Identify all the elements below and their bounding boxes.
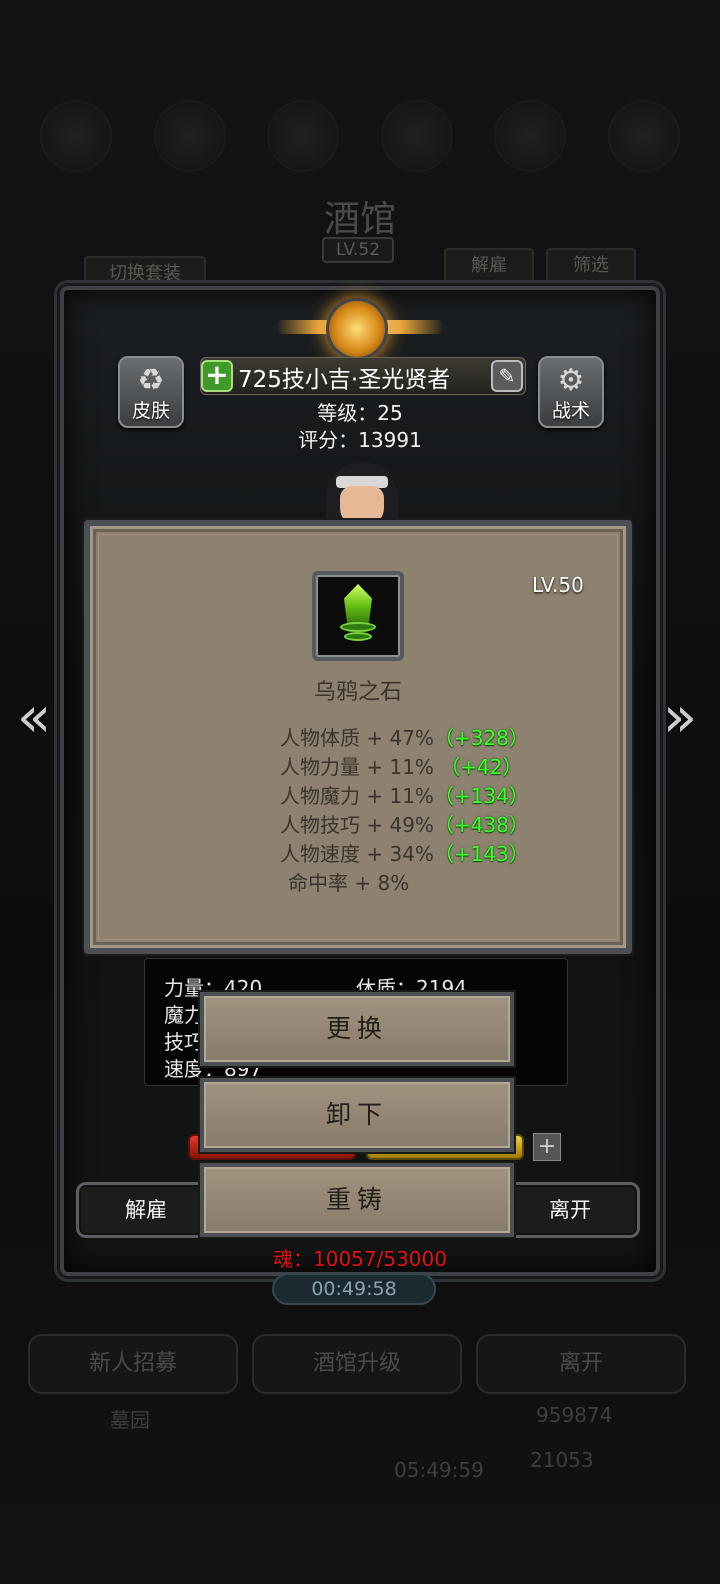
reforge-button[interactable]: 重铸 bbox=[200, 1163, 514, 1237]
gem-count: 21053 bbox=[530, 1448, 594, 1472]
nav-icon bbox=[607, 100, 680, 172]
leave-button[interactable]: 离开 bbox=[500, 1182, 640, 1238]
hero-name: 725技小吉·圣光贤者 bbox=[238, 367, 451, 393]
gear-icon: ⚙ bbox=[557, 363, 585, 398]
bottom-timer: 05:49:59 bbox=[394, 1458, 484, 1482]
shirt-icon: ♻ bbox=[137, 363, 165, 398]
stat-skill: 技巧 bbox=[164, 1030, 204, 1054]
bg-filter-button: 筛选 bbox=[546, 248, 636, 284]
recruit-button: 新人招募 bbox=[28, 1334, 238, 1394]
stat-magic: 魔力 bbox=[164, 1003, 204, 1027]
gold-count: 959874 bbox=[536, 1403, 613, 1427]
nav-icon bbox=[153, 100, 226, 172]
prev-arrow-icon[interactable]: « bbox=[10, 688, 58, 748]
tavern-level: LV.52 bbox=[322, 237, 394, 263]
hero-portrait bbox=[322, 456, 402, 532]
soul-counter: 魂：10057/53000 bbox=[273, 1247, 447, 1271]
hero-score: 评分：13991 bbox=[298, 428, 422, 452]
item-attribute: 人物体质 + 47%（+328） bbox=[280, 726, 529, 750]
item-attribute: 人物魔力 + 11%（+134） bbox=[280, 784, 529, 808]
item-attribute: 人物力量 + 11% （+42） bbox=[280, 755, 523, 779]
item-name: 乌鸦之石 bbox=[313, 680, 402, 705]
unequip-button[interactable]: 卸下 bbox=[200, 1078, 514, 1152]
nav-icon bbox=[494, 100, 567, 172]
next-arrow-icon[interactable]: » bbox=[656, 688, 704, 748]
item-attribute: 命中率 + 8% bbox=[288, 871, 410, 895]
upgrade-tavern-button: 酒馆升级 bbox=[252, 1334, 462, 1394]
nav-icon bbox=[40, 100, 112, 172]
edit-icon[interactable]: ✎ bbox=[491, 360, 523, 392]
item-attribute: 人物技巧 + 49%（+438） bbox=[280, 813, 529, 837]
dismiss-button[interactable]: 解雇 bbox=[76, 1182, 216, 1238]
panel-timer: 00:49:58 bbox=[272, 1273, 436, 1305]
hero-level: 等级：25 bbox=[317, 401, 403, 425]
bg-dismiss-button: 解雇 bbox=[444, 248, 534, 284]
replace-button[interactable]: 更换 bbox=[200, 992, 514, 1066]
item-attribute: 人物速度 + 34%（+143） bbox=[280, 842, 529, 866]
plus-icon[interactable]: + bbox=[201, 360, 233, 392]
nav-icon bbox=[267, 100, 340, 172]
nav-icon bbox=[380, 100, 453, 172]
cemetery-label: 墓园 bbox=[110, 1408, 150, 1432]
top-nav-icons bbox=[40, 100, 680, 180]
item-level: LV.50 bbox=[532, 573, 584, 597]
bg-leave-button: 离开 bbox=[476, 1334, 686, 1394]
add-icon[interactable]: + bbox=[533, 1133, 561, 1161]
green-crystal-icon bbox=[338, 584, 378, 646]
crest-emblem-icon bbox=[326, 298, 388, 360]
tavern-title: 酒馆 bbox=[323, 199, 396, 240]
